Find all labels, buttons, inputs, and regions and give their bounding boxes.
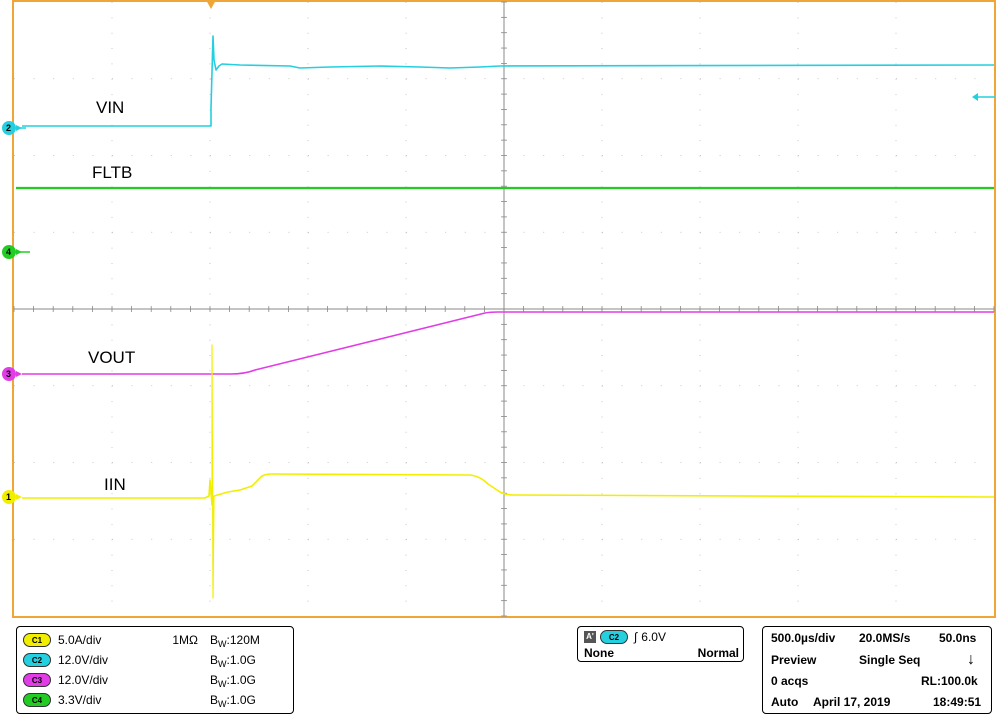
- trigger-auto-mode: Auto: [771, 695, 799, 709]
- timebase-panel[interactable]: 500.0µs/div 20.0MS/s 50.0ns Preview Sing…: [762, 626, 992, 714]
- channel-row-c4[interactable]: C4 3.3V/div BW:1.0G: [23, 691, 291, 709]
- record-length: RL:100.0k: [921, 674, 978, 688]
- svg-text:2: 2: [6, 123, 11, 133]
- acquisition-count: 0 acqs: [771, 674, 809, 688]
- sequence-mode[interactable]: Single Seq: [859, 653, 920, 667]
- bandwidth-value: :1.0G: [226, 693, 256, 707]
- oscilloscope-screen: VIN FLTB VOUT IIN 2 4 3 1: [2, 0, 996, 618]
- capture-date: April 17, 2019: [813, 695, 891, 709]
- bandwidth-value: :120M: [226, 633, 260, 647]
- trigger-badge: A': [584, 631, 596, 643]
- bandwidth-prefix: B: [210, 653, 219, 667]
- channel-row-c1[interactable]: C1 5.0A/div 1MΩ BW:120M: [23, 631, 291, 649]
- trace-label-fltb: FLTB: [92, 163, 132, 182]
- bandwidth-subscript: W: [218, 659, 227, 669]
- channel-bandwidth: BW:1.0G: [210, 693, 256, 709]
- trace-label-iin: IIN: [104, 475, 126, 494]
- channel-scale: 3.3V/div: [58, 693, 102, 707]
- channel-pill-c1[interactable]: C1: [23, 633, 51, 647]
- trace-label-vin: VIN: [96, 98, 124, 117]
- acquisition-mode: Preview: [771, 653, 817, 667]
- bandwidth-prefix: B: [210, 693, 219, 707]
- bandwidth-subscript: W: [218, 639, 227, 649]
- channel-pill-c2[interactable]: C2: [23, 653, 51, 667]
- capture-time: 18:49:51: [933, 695, 982, 709]
- bandwidth-prefix: B: [210, 673, 219, 687]
- trace-label-vout: VOUT: [88, 348, 135, 367]
- rising-edge-icon: ∫: [634, 630, 638, 644]
- channel-bandwidth: BW:1.0G: [210, 653, 256, 669]
- trigger-mode: Normal: [697, 646, 739, 660]
- svg-text:4: 4: [6, 247, 11, 257]
- bandwidth-subscript: W: [218, 679, 227, 689]
- channel-row-c3[interactable]: C3 12.0V/div BW:1.0G: [23, 671, 291, 689]
- bandwidth-value: :1.0G: [226, 653, 256, 667]
- channel-scale: 5.0A/div: [58, 633, 102, 647]
- channel-settings-panel: C1 5.0A/div 1MΩ BW:120M C2 12.0V/div BW:1.0G C3…: [16, 626, 294, 714]
- channel-pill-c4[interactable]: C4: [23, 693, 51, 707]
- trigger-source-pill[interactable]: C2: [600, 630, 628, 644]
- trigger-level: 6.0V: [641, 630, 666, 644]
- horizontal-scale[interactable]: 500.0µs/div: [771, 631, 835, 645]
- bandwidth-prefix: B: [210, 633, 219, 647]
- channel-scale: 12.0V/div: [58, 673, 109, 687]
- trigger-settings-panel[interactable]: A' C2 ∫ 6.0V None Normal: [577, 626, 744, 662]
- channel-bandwidth: BW:1.0G: [210, 673, 256, 689]
- bandwidth-subscript: W: [218, 699, 227, 709]
- svg-text:3: 3: [6, 369, 11, 379]
- single-seq-arrow-icon: ↓: [967, 651, 975, 668]
- sample-rate: 20.0MS/s: [859, 631, 911, 645]
- trigger-coupling: None: [584, 646, 614, 660]
- channel-impedance: 1MΩ: [172, 633, 198, 647]
- bandwidth-value: :1.0G: [226, 673, 256, 687]
- resolution: 50.0ns: [939, 631, 977, 645]
- channel-pill-c3[interactable]: C3: [23, 673, 51, 687]
- svg-text:1: 1: [6, 492, 11, 502]
- channel-row-c2[interactable]: C2 12.0V/div BW:1.0G: [23, 651, 291, 669]
- channel-scale: 12.0V/div: [58, 653, 109, 667]
- channel-bandwidth: BW:120M: [210, 633, 260, 649]
